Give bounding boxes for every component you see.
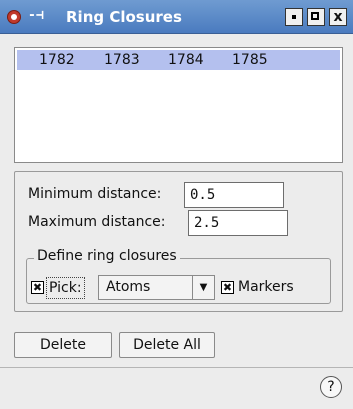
pick-checkbox[interactable]: ✖ — [31, 281, 44, 294]
divider — [0, 367, 353, 368]
minimum-distance-label: Minimum distance: — [28, 186, 162, 202]
maximum-distance-label: Maximum distance: — [28, 214, 166, 230]
pick-mode-select[interactable]: Atoms ▼ — [98, 275, 215, 300]
maximize-button[interactable] — [307, 8, 325, 26]
atom-index: 1783 — [104, 52, 140, 68]
ring-closure-list[interactable]: 1782 1783 1784 1785 — [14, 47, 343, 163]
delete-all-button[interactable]: Delete All — [119, 332, 215, 358]
title-bar[interactable]: -⊣ Ring Closures x — [0, 0, 353, 34]
atom-index: 1785 — [232, 52, 268, 68]
app-icon[interactable] — [7, 10, 21, 24]
group-title: Define ring closures — [34, 248, 180, 264]
list-item-selected[interactable]: 1782 1783 1784 1785 — [17, 50, 340, 70]
help-icon[interactable]: ? — [320, 376, 342, 398]
pick-label[interactable]: Pick: — [46, 277, 85, 299]
window-title: Ring Closures — [66, 8, 182, 26]
markers-label[interactable]: Markers — [238, 279, 294, 295]
atom-index: 1782 — [39, 52, 75, 68]
maximum-distance-field[interactable]: 2.5 — [188, 210, 288, 236]
delete-button[interactable]: Delete — [14, 332, 112, 358]
atom-index: 1784 — [168, 52, 204, 68]
pin-icon[interactable]: -⊣ — [28, 8, 44, 23]
minimize-button[interactable] — [285, 8, 303, 26]
close-button[interactable]: x — [329, 8, 347, 26]
pick-mode-value: Atoms — [106, 279, 151, 295]
markers-checkbox[interactable]: ✖ — [221, 281, 234, 294]
chevron-down-icon[interactable]: ▼ — [192, 276, 214, 299]
minimum-distance-field[interactable]: 0.5 — [184, 182, 284, 208]
